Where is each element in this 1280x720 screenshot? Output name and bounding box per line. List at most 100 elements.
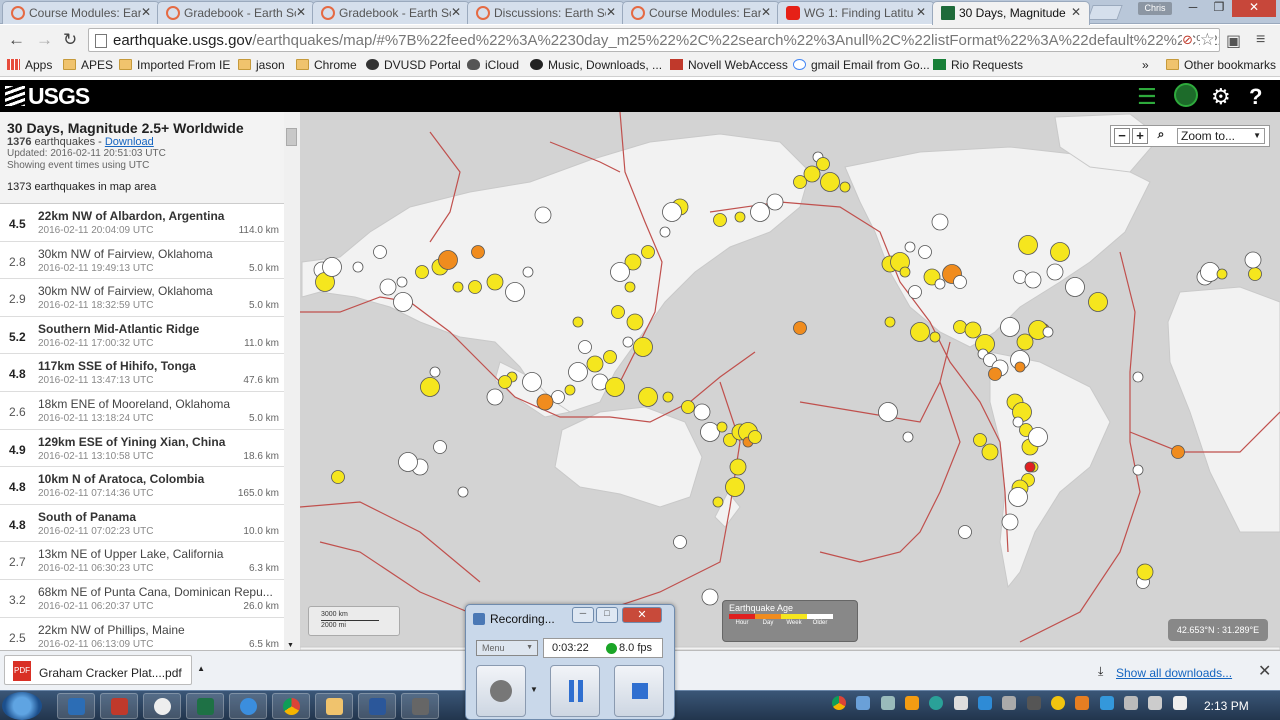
usgs-logo[interactable]: USGS [5,83,90,110]
earthquake-marker[interactable] [1013,270,1027,284]
taskbar-explorer[interactable] [57,693,95,719]
earthquake-marker[interactable] [878,402,898,422]
earthquake-marker[interactable] [568,362,588,382]
tray-icon[interactable] [1026,695,1041,710]
earthquake-list-item[interactable]: 2.5 22km NW of Phillips, Maine 2016-02-11 … [0,618,284,650]
tray-icon[interactable] [880,695,895,710]
earthquake-marker[interactable] [793,321,807,335]
earthquake-marker[interactable] [322,257,342,277]
earthquake-marker[interactable] [551,390,565,404]
close-icon[interactable]: ✕ [1258,661,1271,681]
earthquake-marker[interactable] [988,367,1002,381]
earthquake-marker[interactable] [486,388,504,406]
close-icon[interactable]: ✕ [141,5,151,19]
earthquake-marker[interactable] [505,282,525,302]
bookmarks-overflow-button[interactable]: » [1142,58,1149,72]
earthquake-marker[interactable] [713,213,727,227]
forward-arrow-icon[interactable]: → [36,30,53,50]
earthquake-marker[interactable] [578,340,592,354]
earthquake-marker[interactable] [468,280,482,294]
earthquake-marker[interactable] [331,470,345,484]
reload-icon[interactable]: ↻ [63,30,77,50]
earthquake-marker[interactable] [420,377,440,397]
earthquake-marker[interactable] [1065,277,1085,297]
earthquake-marker[interactable] [611,305,625,319]
bookmark-apes[interactable]: APES [63,58,113,72]
earthquake-list-item[interactable]: 5.2 Southern Mid-Atlantic Ridge 2016-02-11… [0,317,284,355]
earthquake-marker[interactable] [605,377,625,397]
earthquake-marker[interactable] [626,313,644,331]
network-icon[interactable] [1124,695,1139,710]
earthquake-marker[interactable] [622,336,634,348]
earthquake-marker[interactable] [902,431,914,443]
earthquake-marker[interactable] [716,421,728,433]
earthquake-marker[interactable] [452,281,464,293]
earthquake-marker[interactable] [793,175,807,189]
zoom-in-button[interactable]: + [1132,128,1148,144]
bookmark-dvusd-portal[interactable]: DVUSD Portal [366,58,461,72]
earthquake-list-item[interactable]: 2.8 30km NW of Fairview, Oklahoma 2016-02-… [0,242,284,280]
earthquake-marker[interactable] [438,250,458,270]
earthquake-marker[interactable] [486,273,504,291]
list-icon[interactable]: ☰ [1137,84,1157,110]
tray-icon[interactable] [905,695,920,710]
earthquake-marker[interactable] [725,477,745,497]
earthquake-marker[interactable] [839,181,851,193]
tray-icon[interactable] [953,695,968,710]
stop-button[interactable] [614,665,664,717]
tab-youtube[interactable]: WG 1: Finding Latitu ✕ [777,1,935,24]
download-item[interactable]: PDF Graham Cracker Plat....pdf ▲ [4,655,205,685]
earthquake-marker[interactable] [1028,427,1048,447]
tray-icon[interactable] [978,695,993,710]
earthquake-marker[interactable] [471,245,485,259]
earthquake-marker[interactable] [750,202,770,222]
earthquake-marker[interactable] [662,391,674,403]
user-profile-badge[interactable]: Chris [1138,2,1172,15]
tray-icon[interactable] [1051,695,1066,710]
zoom-out-button[interactable]: − [1114,128,1130,144]
earthquake-marker[interactable] [1248,267,1262,281]
earthquake-marker[interactable] [433,440,447,454]
earthquake-marker[interactable] [633,337,653,357]
taskbar-excel[interactable] [186,693,224,719]
address-bar[interactable]: earthquake.usgs.gov/earthquakes/map/#%7B… [88,28,1220,52]
back-arrow-icon[interactable]: ← [8,30,25,50]
bookmark-star-icon[interactable]: ☆ [1199,30,1215,50]
earthquake-marker[interactable] [586,355,604,373]
bookmark-novell-webaccess[interactable]: Novell WebAccess [670,58,788,72]
bookmark-apps[interactable]: Apps [7,58,52,72]
earthquake-marker[interactable] [662,202,682,222]
taskbar-chrome[interactable] [272,693,310,719]
earthquake-marker[interactable] [931,213,949,231]
earthquake-list-item[interactable]: 4.5 22km NW of Albardon, Argentina 2016-02… [0,204,284,242]
chevron-down-icon[interactable]: ▼ [530,685,538,694]
volume-icon[interactable] [1148,695,1163,710]
tab-gradebook-1[interactable]: Gradebook - Earth Sc ✕ [157,1,315,24]
earthquake-list-item[interactable]: 4.9 129km ESE of Yining Xian, China 2016-0… [0,430,284,468]
earthquake-marker[interactable] [457,486,469,498]
earthquake-marker[interactable] [958,525,972,539]
taskbar-word[interactable] [358,693,396,719]
earthquake-list-item[interactable]: 3.2 68km NE of Punta Cana, Dominican Repu… [0,580,284,618]
other-bookmarks[interactable]: Other bookmarks [1166,58,1276,72]
earthquake-marker[interactable] [729,458,747,476]
earthquake-marker[interactable] [820,172,840,192]
scrollbar-thumb[interactable] [286,128,297,146]
earthquake-marker[interactable] [693,403,711,421]
earthquake-marker[interactable] [379,278,397,296]
download-link[interactable]: Download [105,136,154,148]
close-icon[interactable]: ✕ [916,5,926,19]
close-icon[interactable]: ✕ [622,607,662,623]
earthquake-marker[interactable] [393,292,413,312]
list-scrollbar[interactable]: ▼ [284,112,300,650]
earthquake-marker[interactable] [659,226,671,238]
record-button[interactable] [476,665,526,717]
minimize-icon[interactable]: ─ [572,607,594,623]
earthquake-marker[interactable] [641,245,655,259]
restore-icon[interactable]: □ [596,607,618,623]
close-icon[interactable]: ✕ [451,5,461,19]
earthquake-marker[interactable] [373,245,387,259]
minimize-icon[interactable]: ─ [1180,0,1206,17]
earthquake-map[interactable]: − + ⌕ Zoom to... ▼ 3000 km 2000 mi Earthq… [300,112,1280,650]
window-close-icon[interactable]: ✕ [1232,0,1276,17]
